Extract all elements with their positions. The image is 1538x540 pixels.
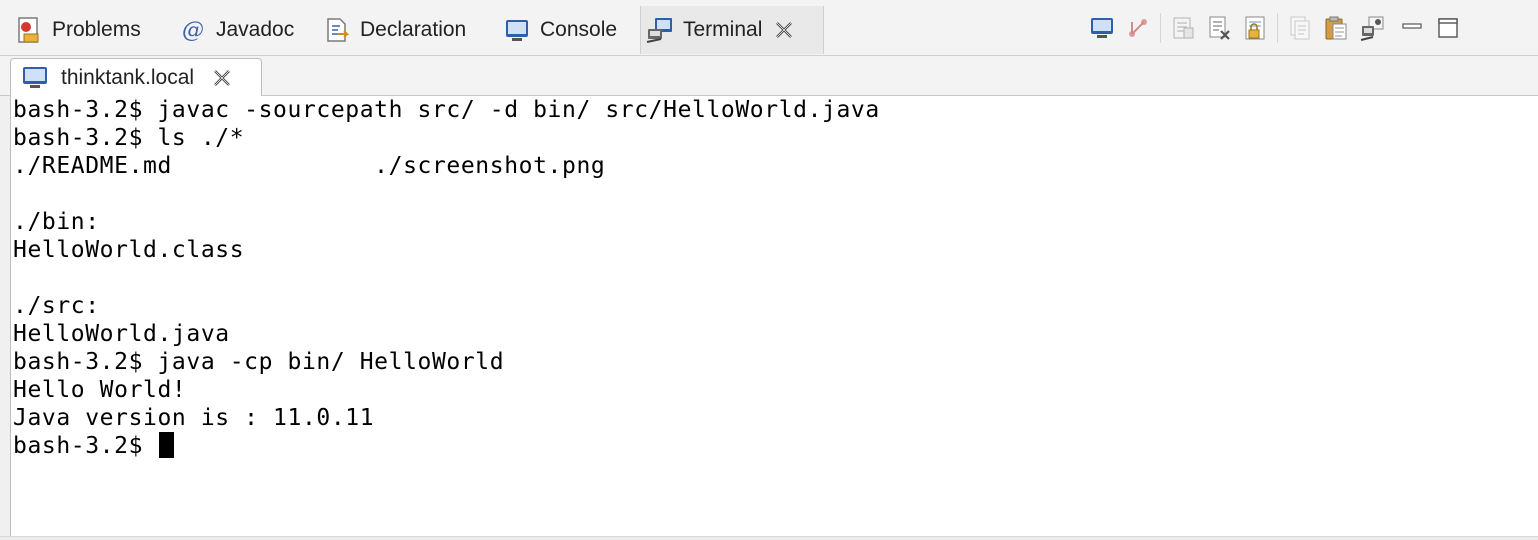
tab-label-javadoc: Javadoc [216, 18, 295, 41]
terminal-prompt: bash-3.2$ [13, 433, 158, 459]
terminal-cursor [159, 432, 175, 458]
terminal-line: bash-3.2$ javac -sourcepath src/ -d bin/… [13, 97, 880, 123]
paste-icon[interactable] [1318, 10, 1354, 46]
problems-icon [14, 15, 44, 45]
tab-label-console: Console [540, 18, 618, 41]
close-icon[interactable] [210, 66, 234, 90]
terminal-connection-tab[interactable]: thinktank.local [10, 58, 262, 96]
terminal-line: HelloWorld.class [13, 237, 245, 263]
eclipse-terminal-view: Problems @ Javadoc Declaration Console T… [0, 0, 1538, 540]
declaration-icon [322, 15, 352, 45]
at-icon: @ [182, 17, 204, 43]
terminal-line: HelloWorld.java [13, 321, 230, 347]
toggle-command-input-icon[interactable] [1120, 10, 1156, 46]
tab-javadoc[interactable]: @ Javadoc [178, 6, 294, 54]
open-terminal-icon[interactable] [1084, 10, 1120, 46]
scroll-lock-icon[interactable] [1165, 10, 1201, 46]
tab-terminal[interactable]: Terminal [640, 6, 824, 54]
close-icon[interactable] [772, 18, 796, 42]
terminal-line: Java version is : 11.0.11 [13, 405, 375, 431]
settings-icon[interactable] [1354, 10, 1390, 46]
copy-icon[interactable] [1282, 10, 1318, 46]
terminal-tab-bar: thinktank.local [0, 56, 1538, 96]
tab-label-problems: Problems [52, 18, 141, 41]
minimize-icon[interactable] [1394, 10, 1430, 46]
tab-label-declaration: Declaration [360, 18, 467, 41]
terminal-line: ./README.md ./screenshot.png [13, 153, 606, 179]
terminal-line: ./src: [13, 293, 100, 319]
tab-declaration[interactable]: Declaration [322, 6, 466, 54]
tab-label-terminal: Terminal [683, 18, 763, 41]
terminal-line: ./bin: [13, 209, 100, 235]
terminal-output[interactable]: bash-3.2$ javac -sourcepath src/ -d bin/… [10, 96, 1538, 536]
toolbar-separator [1277, 13, 1278, 43]
bottom-border [0, 536, 1538, 540]
view-toolbar [1084, 10, 1466, 46]
tab-problems[interactable]: Problems [14, 6, 141, 54]
terminal-line: bash-3.2$ ls ./* [13, 125, 245, 151]
terminal-icon [645, 15, 675, 45]
terminal-line: bash-3.2$ java -cp bin/ HelloWorld [13, 349, 505, 375]
terminal-prompt-line[interactable]: bash-3.2$ [13, 432, 1538, 460]
maximize-icon[interactable] [1430, 10, 1466, 46]
toolbar-separator [1160, 13, 1161, 43]
terminal-connection-icon [21, 64, 49, 92]
terminal-line: Hello World! [13, 377, 187, 403]
disconnect-icon[interactable] [1201, 10, 1237, 46]
tab-console[interactable]: Console [502, 6, 617, 54]
lock-icon[interactable] [1237, 10, 1273, 46]
view-tab-bar: Problems @ Javadoc Declaration Console T… [0, 0, 1538, 56]
console-icon [502, 15, 532, 45]
terminal-connection-label: thinktank.local [61, 65, 195, 89]
